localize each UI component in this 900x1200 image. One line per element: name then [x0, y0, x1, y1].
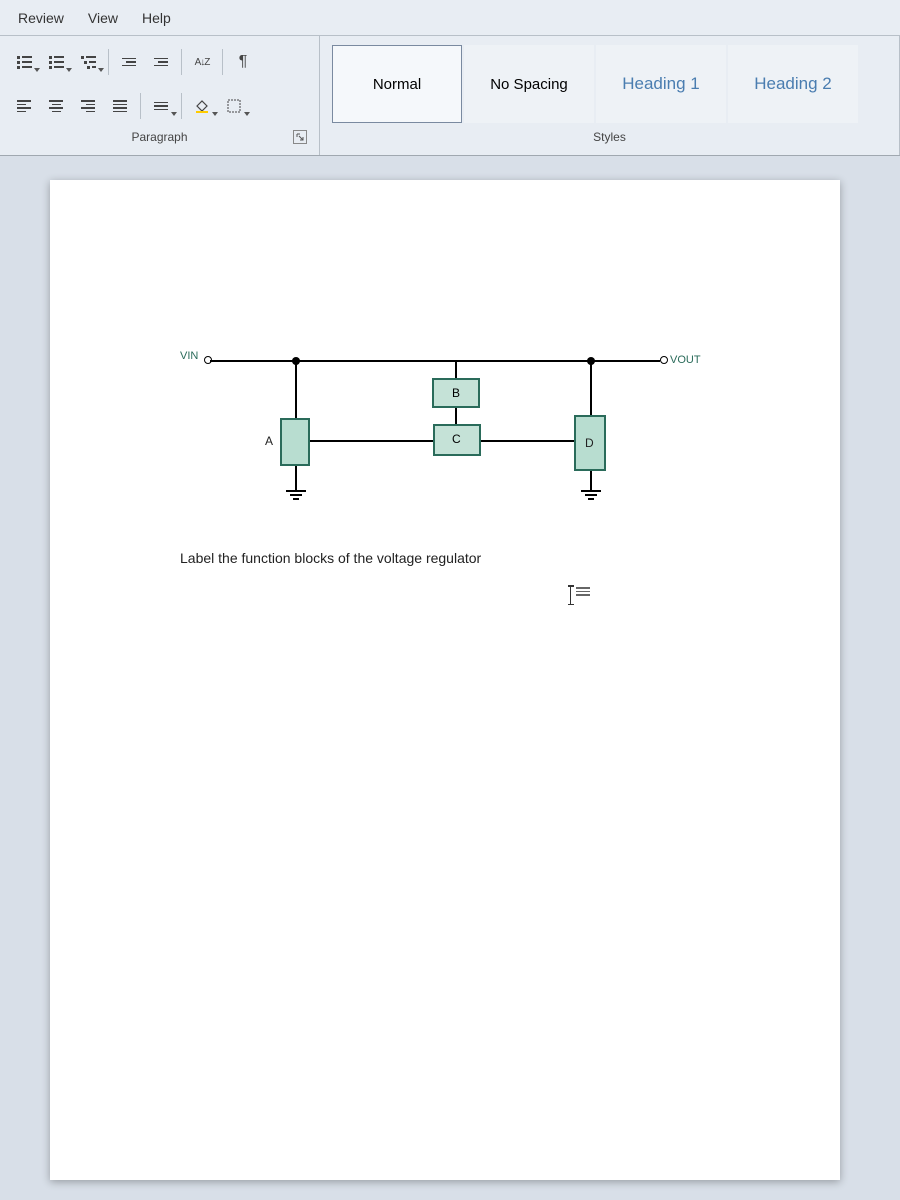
block-d-label: D	[585, 436, 594, 450]
line-spacing-button[interactable]	[147, 92, 175, 120]
wire-a-c	[310, 440, 433, 442]
block-a-label: A	[265, 434, 273, 448]
ribbon-group-paragraph: A↓Z ¶	[0, 36, 320, 155]
bullets-icon	[17, 56, 32, 69]
sort-button[interactable]: A↓Z	[188, 48, 216, 76]
numbering-icon	[49, 56, 64, 69]
document-area[interactable]: VIN VOUT A B C	[0, 156, 900, 1200]
bullets-button[interactable]	[10, 48, 38, 76]
separator	[108, 49, 109, 75]
ibeam-icon	[570, 585, 572, 605]
wire-d-bottom	[590, 471, 592, 490]
styles-group-label: Styles	[326, 128, 893, 148]
align-right-icon	[81, 100, 95, 112]
paragraph-dialog-launcher[interactable]	[293, 130, 307, 144]
increase-indent-icon	[154, 58, 168, 67]
numbering-button[interactable]	[42, 48, 70, 76]
wire-a-bottom	[295, 466, 297, 490]
separator	[222, 49, 223, 75]
vout-terminal	[660, 356, 668, 364]
pilcrow-icon: ¶	[239, 53, 248, 71]
style-heading-2[interactable]: Heading 2	[728, 45, 858, 123]
launcher-icon	[296, 133, 304, 141]
document-page[interactable]: VIN VOUT A B C	[50, 180, 840, 1180]
multilevel-list-button[interactable]	[74, 48, 102, 76]
justify-icon	[113, 100, 127, 112]
ribbon-group-styles: Normal No Spacing Heading 1 Heading 2 St…	[320, 36, 900, 155]
text-cursor-indicator	[570, 585, 590, 605]
align-center-button[interactable]	[42, 92, 70, 120]
decrease-indent-icon	[122, 58, 136, 67]
paragraph-row-2	[6, 84, 313, 128]
line-spacing-icon	[154, 102, 168, 111]
justify-button[interactable]	[106, 92, 134, 120]
shading-button[interactable]	[188, 92, 216, 120]
increase-indent-button[interactable]	[147, 48, 175, 76]
menu-view[interactable]: View	[78, 4, 128, 32]
style-no-spacing[interactable]: No Spacing	[464, 45, 594, 123]
show-marks-button[interactable]: ¶	[229, 48, 257, 76]
separator	[181, 93, 182, 119]
menu-help[interactable]: Help	[132, 4, 181, 32]
style-gallery: Normal No Spacing Heading 1 Heading 2	[326, 40, 893, 128]
style-heading-1[interactable]: Heading 1	[596, 45, 726, 123]
wire-c-d	[481, 440, 574, 442]
block-b-label: B	[452, 386, 460, 400]
ribbon: A↓Z ¶	[0, 36, 900, 156]
block-c-label: C	[452, 432, 461, 446]
ground-d	[581, 490, 601, 500]
ground-a	[286, 490, 306, 500]
align-left-button[interactable]	[10, 92, 38, 120]
vin-label: VIN	[180, 350, 198, 362]
decrease-indent-button[interactable]	[115, 48, 143, 76]
paragraph-mark-icon	[576, 587, 590, 596]
align-center-icon	[49, 100, 63, 112]
menu-bar: Review View Help	[0, 0, 900, 36]
menu-review[interactable]: Review	[8, 4, 74, 32]
borders-icon	[227, 99, 241, 113]
borders-button[interactable]	[220, 92, 248, 120]
align-left-icon	[17, 100, 31, 112]
sort-icon: A↓Z	[195, 58, 210, 67]
wire-d-top	[590, 360, 592, 415]
vout-label: VOUT	[670, 354, 701, 366]
block-a-shape	[280, 418, 310, 466]
separator	[181, 49, 182, 75]
wire-b-top	[455, 360, 457, 380]
paint-bucket-icon	[194, 98, 210, 114]
multilevel-icon	[81, 56, 96, 69]
align-right-button[interactable]	[74, 92, 102, 120]
diagram-caption: Label the function blocks of the voltage…	[180, 550, 481, 566]
style-normal[interactable]: Normal	[332, 45, 462, 123]
paragraph-group-label: Paragraph	[6, 128, 313, 148]
separator	[140, 93, 141, 119]
circuit-diagram: VIN VOUT A B C	[180, 330, 710, 530]
paragraph-row-1: A↓Z ¶	[6, 40, 313, 84]
